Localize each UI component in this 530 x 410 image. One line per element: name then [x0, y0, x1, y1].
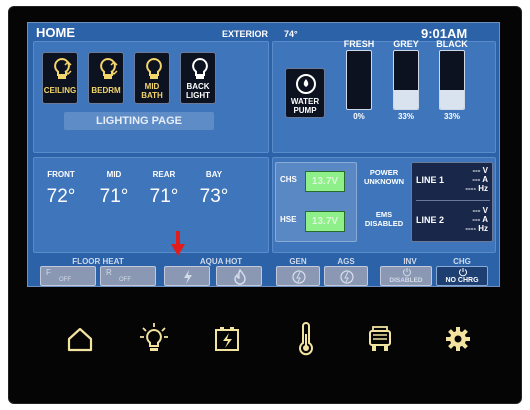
tank-gauge-grey — [393, 50, 419, 110]
light-button-bedrm[interactable]: BEDRM — [88, 52, 124, 104]
chassis-battery-label: CHS — [280, 175, 297, 184]
light-button-label: BACK — [186, 82, 210, 91]
charger-button[interactable]: NO CHRG — [436, 266, 488, 286]
exterior-temp: 74° — [284, 29, 298, 39]
temp-label-bay: BAY — [205, 170, 223, 179]
floor-heat-rear-state: OFF — [119, 277, 131, 283]
floor-heat-front-state: OFF — [59, 277, 71, 283]
generator-icon[interactable] — [365, 324, 395, 354]
tank-fill — [394, 89, 418, 109]
tank-gauge-black — [439, 50, 465, 110]
water-pump-label: WATER — [290, 97, 320, 106]
line1-volts: --- V — [472, 166, 488, 175]
battery-icon[interactable] — [212, 324, 242, 354]
lightbulb-icon — [54, 57, 72, 79]
floor-heat-rear-button[interactable]: R OFF — [100, 266, 156, 286]
temp-label-rear: REAR — [152, 170, 176, 179]
line-divider — [416, 200, 490, 201]
tank-name-fresh: FRESH — [343, 39, 375, 49]
floor-heat-rear-label: R — [106, 268, 112, 277]
tank-name-grey: GREY — [393, 39, 419, 49]
lighting-panel: CEILING BEDRM MID BATH BACK LIGHT LIGHTI… — [33, 41, 269, 153]
power-icon — [403, 268, 411, 277]
chassis-battery-voltage: 13.7V — [305, 171, 345, 192]
thermometer-icon[interactable] — [296, 322, 316, 356]
temp-label-mid: MID — [106, 170, 122, 179]
tank-gauge-fresh — [346, 50, 372, 110]
power-panel: CHS 13.7V HSE 13.7V POWER UNKNOWN EMS DI… — [272, 157, 496, 253]
temp-label-front: FRONT — [47, 170, 75, 179]
lightning-icon — [184, 270, 192, 284]
house-battery-label: HSE — [280, 215, 297, 224]
floor-heat-label: FLOOR HEAT — [72, 257, 124, 266]
temp-value-bay[interactable]: 73° — [192, 186, 236, 208]
line2-volts: --- V — [472, 206, 488, 215]
tank-fill — [440, 89, 464, 109]
light-button-label-2: LIGHT — [186, 91, 210, 100]
line1-amps: --- A — [472, 175, 488, 184]
light-button-ceiling[interactable]: CEILING — [42, 52, 78, 104]
ags-button[interactable] — [324, 266, 368, 286]
generator-button[interactable] — [276, 266, 320, 286]
ems-status: EMS DISABLED — [364, 210, 404, 228]
lightbulb-icon — [192, 57, 208, 79]
tank-percent-black: 33% — [443, 112, 460, 121]
chg-label: CHG — [453, 257, 471, 266]
lighting-page-label: LIGHTING PAGE — [96, 115, 182, 127]
charger-status: NO CHRG — [445, 277, 479, 284]
touch-screen: HOME EXTERIOR 74° 9:01AM CEILING BEDRM M… — [27, 22, 500, 287]
generator-icon — [340, 270, 354, 284]
inverter-status: DISABLED — [389, 277, 423, 284]
temp-value-front[interactable]: 72° — [39, 186, 83, 208]
lightbulb-icon — [100, 57, 118, 79]
power-status: POWER UNKNOWN — [364, 168, 404, 186]
water-pump-button[interactable]: WATER PUMP — [285, 68, 325, 118]
power-icon — [459, 268, 467, 277]
line-readout-box: LINE 1 --- V --- A ---- Hz LINE 2 --- V … — [411, 162, 493, 242]
flame-icon — [234, 269, 246, 285]
aqua-hot-label: AQUA HOT — [199, 257, 243, 266]
water-pump-label-2: PUMP — [293, 106, 317, 115]
tank-name-black: BLACK — [436, 39, 468, 49]
tank-percent-grey: 33% — [397, 112, 414, 121]
line1-hz: ---- Hz — [465, 184, 488, 193]
floor-heat-front-label: F — [46, 268, 51, 277]
aqua-hot-electric-button[interactable] — [164, 266, 210, 286]
house-battery-voltage: 13.7V — [305, 211, 345, 232]
line2-hz: ---- Hz — [465, 224, 488, 233]
inverter-button[interactable]: DISABLED — [380, 266, 432, 286]
temp-value-rear[interactable]: 71° — [142, 186, 186, 208]
light-button-mid-bath[interactable]: MID BATH — [134, 52, 170, 104]
line2-amps: --- A — [472, 215, 488, 224]
lightbulb-icon[interactable] — [139, 322, 169, 356]
home-icon[interactable] — [65, 324, 95, 354]
lighting-page-button[interactable]: LIGHTING PAGE — [64, 112, 214, 130]
temperature-panel: FRONT MID REAR BAY 72° 71° 71° 73° — [33, 157, 269, 253]
water-pump-icon — [296, 74, 316, 94]
light-button-back-light[interactable]: BACK LIGHT — [180, 52, 216, 104]
temp-value-mid[interactable]: 71° — [92, 186, 136, 208]
line2-label: LINE 2 — [416, 215, 445, 225]
lightbulb-icon — [146, 57, 162, 79]
floor-heat-front-button[interactable]: F OFF — [40, 266, 96, 286]
aqua-hot-diesel-button[interactable] — [216, 266, 262, 286]
light-button-label: CEILING — [43, 86, 77, 95]
page-title: HOME — [36, 25, 75, 40]
red-arrow-indicator — [171, 231, 185, 256]
inv-label: INV — [403, 257, 417, 266]
light-button-label-2: BATH — [141, 91, 163, 100]
line1-label: LINE 1 — [416, 175, 445, 185]
exterior-label: EXTERIOR — [222, 29, 269, 39]
gen-label: GEN — [289, 257, 307, 266]
gear-icon[interactable] — [443, 324, 473, 354]
generator-icon — [292, 270, 306, 284]
light-button-label: MID — [144, 82, 160, 91]
battery-voltage-box: CHS 13.7V HSE 13.7V — [275, 162, 357, 242]
ags-label: AGS — [337, 257, 355, 266]
light-button-label: BEDRM — [91, 86, 121, 95]
tank-percent-fresh: 0% — [353, 112, 365, 121]
water-panel: WATER PUMP FRESH GREY BLACK 0% 33% 33% — [272, 39, 496, 153]
